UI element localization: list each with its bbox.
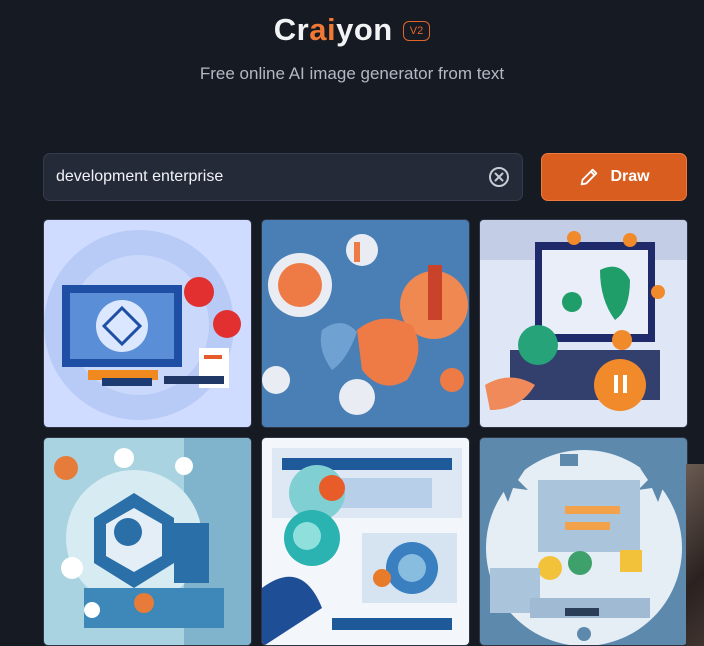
logo-text: Craiyon xyxy=(274,12,393,48)
generated-image-4[interactable] xyxy=(43,437,252,646)
version-badge: V2 xyxy=(402,21,431,41)
tagline: Free online AI image generator from text xyxy=(199,64,505,83)
generated-image-4-art xyxy=(44,438,251,645)
close-circle-icon xyxy=(494,172,504,182)
generated-image-3[interactable] xyxy=(479,219,688,428)
generated-image-1[interactable] xyxy=(43,219,252,428)
image-grid xyxy=(43,219,688,646)
search-box xyxy=(43,153,523,201)
generated-image-5[interactable] xyxy=(261,437,470,646)
logo-prefix: Cr xyxy=(273,12,310,47)
logo-highlight: ai xyxy=(309,12,337,47)
generated-image-6-art xyxy=(480,438,687,645)
pencil-icon xyxy=(581,168,598,186)
draw-button[interactable]: Draw xyxy=(541,153,687,201)
clear-search-button[interactable] xyxy=(489,167,509,187)
generated-image-6[interactable] xyxy=(479,437,688,646)
generated-image-5-art xyxy=(262,438,469,645)
search-input[interactable] xyxy=(56,154,476,200)
generated-image-1-art xyxy=(44,220,251,427)
draw-button-label: Draw xyxy=(610,168,650,185)
generated-image-3-art xyxy=(480,220,687,427)
generated-image-2[interactable] xyxy=(261,219,470,428)
logo-suffix: yon xyxy=(336,12,393,47)
partial-image-edge xyxy=(686,464,704,646)
logo: Craiyon V2 xyxy=(0,12,704,48)
generated-image-2-art xyxy=(262,220,469,427)
